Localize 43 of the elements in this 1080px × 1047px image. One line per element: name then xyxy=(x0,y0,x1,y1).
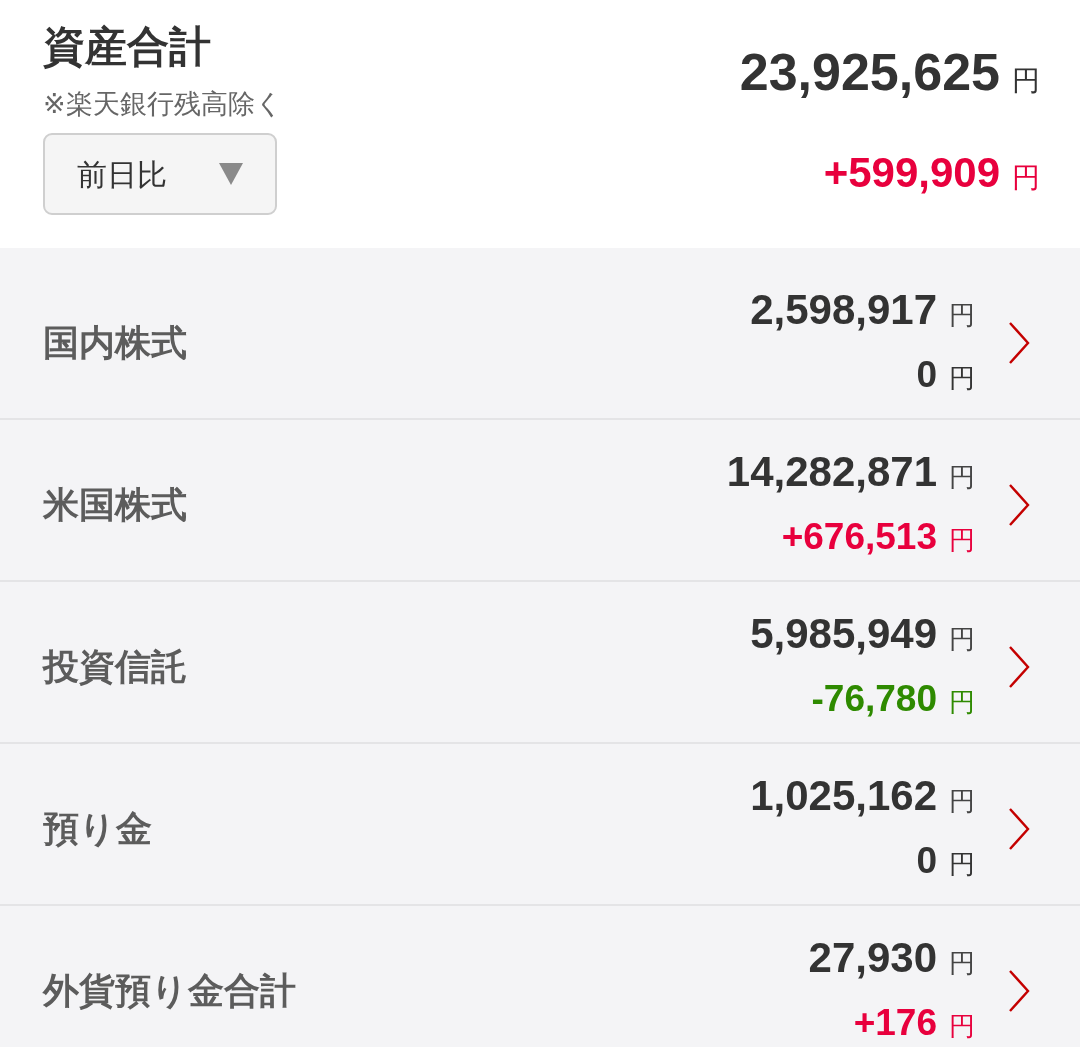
currency-unit: 円 xyxy=(949,848,975,881)
change-amount: 0 xyxy=(916,839,937,883)
change-amount: 0 xyxy=(916,353,937,397)
asset-row[interactable]: 国内株式 2,598,917 円 0 円 xyxy=(0,258,1080,420)
currency-unit: 円 xyxy=(949,524,975,557)
currency-unit: 円 xyxy=(949,1010,975,1043)
asset-row[interactable]: 預り金 1,025,162 円 0 円 xyxy=(0,744,1080,906)
chevron-right-icon xyxy=(1008,968,1030,1013)
change-amount: +676,513 xyxy=(781,515,937,559)
change-amount: -76,780 xyxy=(811,677,937,721)
comparison-dropdown[interactable]: 前日比 xyxy=(43,133,277,215)
note-text: ※楽天銀行残高除く xyxy=(43,88,283,120)
currency-unit: 円 xyxy=(949,362,975,395)
currency-unit: 円 xyxy=(1012,64,1040,98)
caret-icon xyxy=(219,163,243,185)
currency-unit: 円 xyxy=(949,461,975,494)
currency-unit: 円 xyxy=(949,686,975,719)
chevron-right-icon xyxy=(1008,806,1030,851)
asset-name: 外貨預り金合計 xyxy=(43,968,296,1013)
asset-row[interactable]: 投資信託 5,985,949 円 -76,780 円 xyxy=(0,582,1080,744)
asset-row[interactable]: 米国株式 14,282,871 円 +676,513 円 xyxy=(0,420,1080,582)
asset-value: 27,930 xyxy=(808,933,937,983)
currency-unit: 円 xyxy=(1012,161,1040,195)
daily-change-amount: +599,909 xyxy=(823,148,1000,198)
asset-row[interactable]: 外貨預り金合計 27,930 円 +176 円 xyxy=(0,906,1080,1047)
currency-unit: 円 xyxy=(949,947,975,980)
asset-value: 5,985,949 xyxy=(750,609,937,659)
asset-name: 米国株式 xyxy=(43,482,187,527)
currency-unit: 円 xyxy=(949,785,975,818)
chevron-right-icon xyxy=(1008,320,1030,365)
section-title: 資産合計 xyxy=(43,22,211,72)
asset-value: 14,282,871 xyxy=(726,447,937,497)
currency-unit: 円 xyxy=(949,623,975,656)
asset-value: 2,598,917 xyxy=(750,285,937,335)
change-amount: +176 xyxy=(853,1001,937,1045)
currency-unit: 円 xyxy=(949,299,975,332)
chevron-right-icon xyxy=(1008,482,1030,527)
chevron-right-icon xyxy=(1008,644,1030,689)
asset-name: 投資信託 xyxy=(43,644,187,689)
asset-name: 国内株式 xyxy=(43,320,187,365)
asset-value: 1,025,162 xyxy=(750,771,937,821)
asset-name: 預り金 xyxy=(43,806,152,851)
total-amount: 23,925,625 xyxy=(739,42,1000,103)
